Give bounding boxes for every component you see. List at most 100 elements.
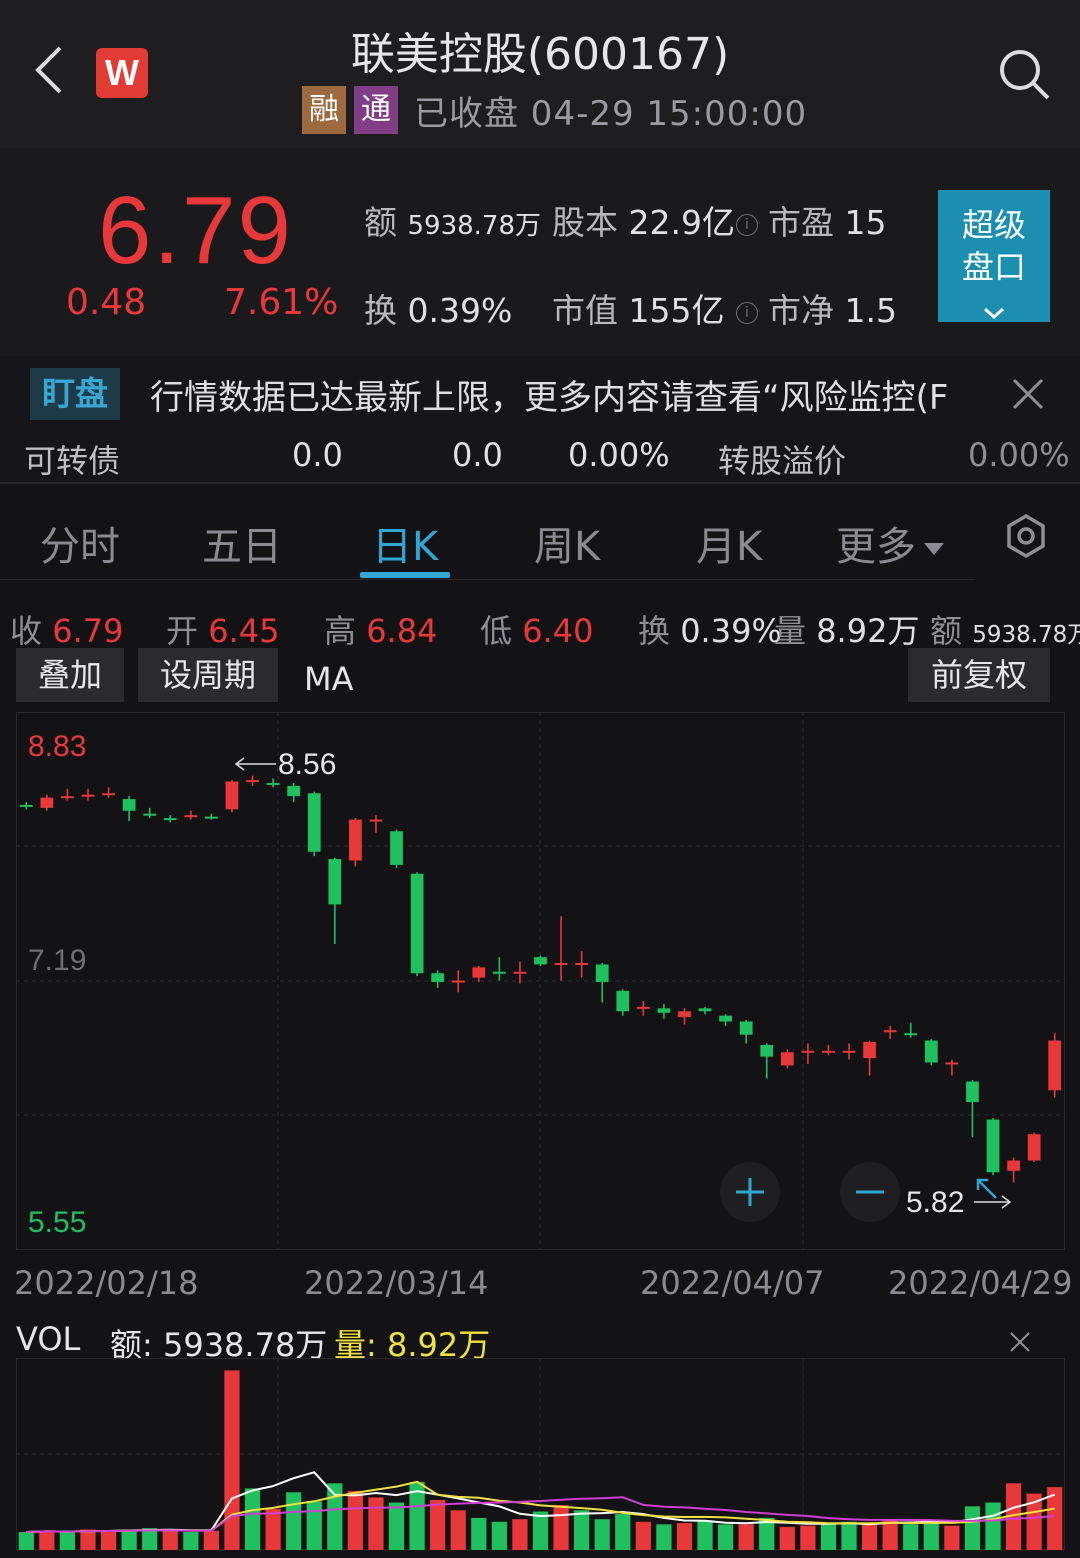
super-orderbook-button[interactable]: 超级盘口	[938, 190, 1050, 322]
ma-indicator-label[interactable]: MA	[304, 660, 354, 698]
premium-label: 转股溢价	[718, 442, 847, 480]
tab-daily-k[interactable]: 日K	[372, 514, 438, 572]
amount-stat: 额 5938.78万	[364, 203, 542, 242]
tab-monthly-k[interactable]: 月K	[696, 514, 762, 572]
volume-bar	[162, 1530, 178, 1550]
volume-bar	[532, 1511, 549, 1550]
market-status: 已收盘 04-29 15:00:00	[414, 93, 808, 134]
convertible-bond-row[interactable]: 可转债 0.0 0.0 0.00% 转股溢价 0.00%	[0, 432, 1080, 482]
candle-body	[678, 1011, 691, 1018]
x-axis-label-3: 2022/04/07	[640, 1264, 825, 1302]
volume-bar	[265, 1508, 281, 1550]
candlestick-chart[interactable]: 8.83 7.19 5.55 8.56 5.82	[16, 712, 1065, 1250]
candle-body	[225, 781, 239, 810]
volume-bar	[718, 1524, 734, 1550]
open-stat: 开 6.45	[166, 612, 280, 650]
volume-chart[interactable]	[16, 1358, 1065, 1550]
alert-ticker: 盯盘 行情数据已达最新上限，更多内容请查看“风险监控(F	[0, 356, 1080, 432]
forward-adjust-button[interactable]: 前复权	[908, 648, 1050, 702]
tab-more-label: 更多	[836, 524, 916, 570]
tab-more[interactable]: 更多	[836, 514, 946, 572]
volume-bar	[491, 1521, 507, 1550]
tab-five-day[interactable]: 五日	[202, 514, 282, 572]
volume-bar	[553, 1505, 569, 1550]
gear-icon[interactable]	[1004, 514, 1048, 558]
capital-stat: 股本 22.9亿	[552, 203, 735, 242]
volume-stat: 量 8.92万	[774, 612, 920, 650]
max-price-marker: 8.56	[234, 748, 336, 781]
candle-body	[472, 967, 486, 978]
candle-body	[636, 1006, 650, 1009]
tab-weekly-k[interactable]: 周K	[534, 514, 600, 572]
candle-body	[698, 1008, 712, 1012]
candle-body	[719, 1015, 732, 1022]
margin-trading-badge: 融	[302, 86, 346, 134]
candle-body	[780, 1052, 794, 1066]
volume-indicator-label[interactable]: VOL	[16, 1320, 80, 1358]
premium-value: 0.00%	[968, 436, 1070, 474]
candle-body	[451, 980, 465, 983]
candle-body	[534, 957, 547, 965]
candle-body	[19, 804, 33, 807]
overlay-button[interactable]: 叠加	[16, 648, 124, 702]
volume-bar	[964, 1506, 981, 1550]
volume-bar	[574, 1510, 590, 1550]
y-axis-max-label: 8.83	[28, 730, 86, 763]
last-price: 6.79	[98, 177, 293, 284]
candle-body	[40, 797, 54, 808]
candle-body	[1027, 1134, 1041, 1161]
candle-body	[349, 819, 362, 861]
volume-bar	[656, 1524, 672, 1550]
volume-bar	[471, 1517, 487, 1550]
candle-body	[492, 971, 506, 974]
search-icon[interactable]	[996, 46, 1052, 102]
pb-stat[interactable]: i 市净 1.5	[736, 284, 897, 332]
tab-intraday[interactable]: 分时	[40, 514, 120, 572]
convertible-value-2: 0.0	[452, 436, 503, 474]
zoom-out-button[interactable]	[840, 1162, 900, 1222]
volume-bar	[738, 1524, 754, 1550]
super-orderbook-label: 超级盘口	[961, 206, 1026, 286]
candle-body	[863, 1042, 876, 1059]
volume-bar	[18, 1532, 34, 1550]
close-icon[interactable]	[1008, 1330, 1032, 1354]
low-stat: 低 6.40	[480, 612, 594, 650]
convertible-label: 可转债	[24, 442, 121, 480]
volume-bar	[121, 1529, 137, 1550]
candle-body	[307, 793, 321, 852]
volume-bar	[39, 1530, 55, 1550]
watch-badge[interactable]: 盯盘	[30, 368, 120, 420]
zoom-in-button[interactable]	[720, 1162, 780, 1222]
expand-icon[interactable]	[976, 1178, 997, 1199]
volume-bar	[635, 1521, 651, 1550]
pe-stat[interactable]: i 市盈 15	[736, 196, 887, 244]
volume-bar	[944, 1525, 960, 1550]
candle-body	[842, 1050, 856, 1053]
amount-stat: 额 5938.78万	[930, 612, 1080, 650]
period-tabs: 分时 五日 日K 周K 月K 更多	[0, 484, 1080, 580]
volume-bar	[347, 1490, 363, 1550]
volume-bar	[286, 1492, 302, 1550]
candle-body	[205, 816, 218, 819]
close-icon[interactable]	[1008, 374, 1048, 414]
volume-bar	[903, 1524, 919, 1550]
quote-panel: 6.79 0.48 7.61% 额 5938.78万 股本 22.9亿 i 市盈 …	[0, 148, 1080, 356]
candle-body	[266, 782, 280, 785]
volume-bar	[430, 1499, 446, 1550]
tab-divider	[0, 579, 975, 580]
ticker-message[interactable]: 行情数据已达最新上限，更多内容请查看“风险监控(F	[150, 370, 970, 420]
candle-body	[143, 813, 157, 816]
x-axis-label-2: 2022/03/14	[304, 1264, 489, 1302]
volume-bar	[594, 1519, 610, 1550]
volume-bar	[327, 1483, 343, 1550]
volume-bar	[615, 1514, 631, 1550]
volume-bar	[820, 1524, 837, 1550]
y-axis-mid-label: 7.19	[28, 944, 86, 977]
volume-bar	[841, 1521, 857, 1550]
candle-body	[184, 815, 198, 818]
x-axis-label-1: 2022/02/18	[14, 1264, 199, 1302]
volume-bar	[368, 1497, 384, 1550]
candle-body	[904, 1033, 918, 1036]
connect-badge: 通	[354, 86, 398, 134]
set-period-button[interactable]: 设周期	[138, 648, 278, 702]
